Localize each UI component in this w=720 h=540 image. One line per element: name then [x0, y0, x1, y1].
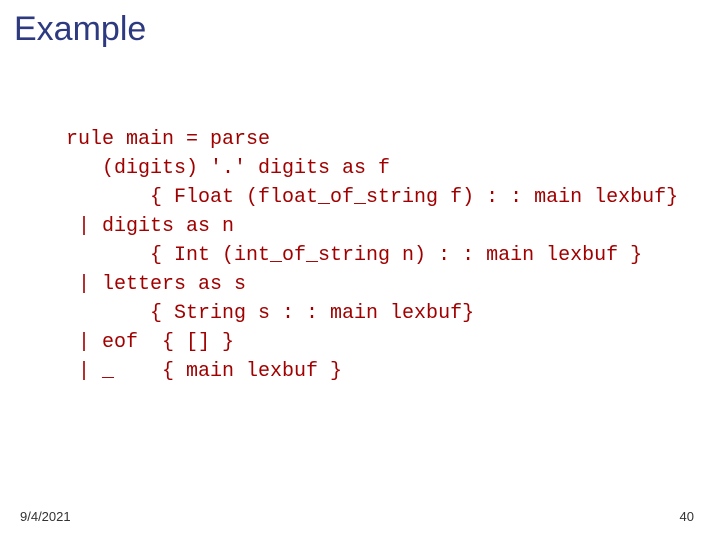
code-line: rule main = parse — [54, 128, 270, 151]
footer-page-number: 40 — [680, 509, 694, 524]
code-line: { Float (float_of_string f) : : main lex… — [54, 186, 678, 209]
code-line: { Int (int_of_string n) : : main lexbuf … — [54, 244, 642, 267]
code-line: | _ { main lexbuf } — [54, 360, 342, 383]
code-line: { String s : : main lexbuf} — [54, 302, 474, 325]
footer-date: 9/4/2021 — [20, 509, 71, 524]
code-line: | eof { [] } — [54, 331, 234, 354]
code-line: | letters as s — [54, 273, 246, 296]
code-line: (digits) '.' digits as f — [54, 157, 390, 180]
slide-title: Example — [14, 10, 146, 49]
code-line: | digits as n — [54, 215, 234, 238]
slide: Example rule main = parse (digits) '.' d… — [0, 0, 720, 540]
code-block: rule main = parse (digits) '.' digits as… — [54, 125, 700, 386]
